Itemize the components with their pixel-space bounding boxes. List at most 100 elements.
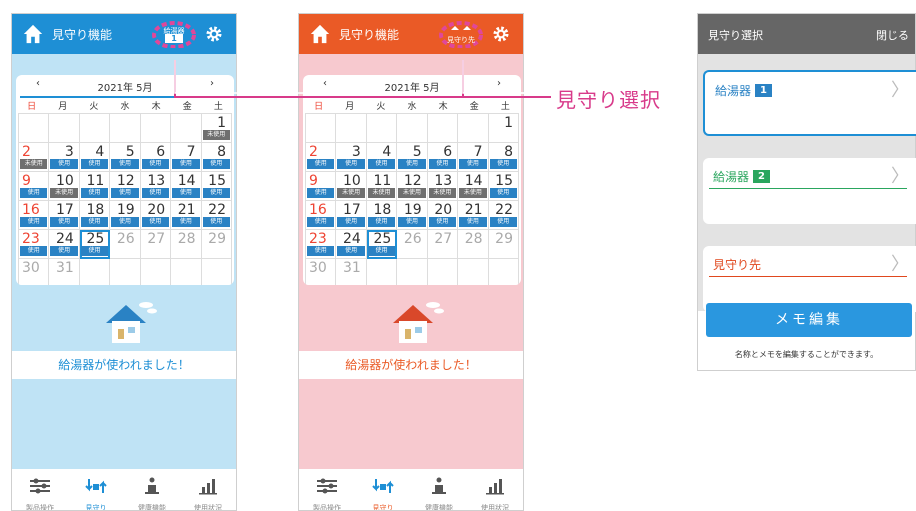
calendar-day-cell[interactable]: 1 bbox=[488, 114, 519, 143]
calendar-day-cell[interactable]: 12 使用 bbox=[110, 172, 141, 201]
calendar-day-cell[interactable]: 5 使用 bbox=[397, 143, 428, 172]
calendar-day-cell[interactable]: 2 使用 bbox=[306, 143, 337, 172]
monitor-select-button[interactable]: 給湯器 1 bbox=[152, 20, 196, 48]
calendar-day-cell[interactable]: 26 bbox=[110, 230, 141, 259]
calendar-day-cell[interactable]: 18 使用 bbox=[79, 201, 111, 230]
calendar-day-cell[interactable]: 29 bbox=[488, 230, 519, 259]
calendar-day-cell[interactable]: 11 未使用 bbox=[366, 172, 398, 201]
day-number: 10 bbox=[56, 173, 74, 189]
calendar-day-cell[interactable]: 11 使用 bbox=[79, 172, 111, 201]
calendar-day-cell[interactable]: 24 使用 bbox=[336, 230, 367, 259]
calendar-day-cell[interactable]: 16 使用 bbox=[19, 201, 50, 230]
usage-badge: 使用 bbox=[80, 246, 109, 256]
calendar-day-cell[interactable]: 21 使用 bbox=[458, 201, 489, 230]
calendar-day-cell[interactable]: 27 bbox=[427, 230, 459, 259]
calendar-day-cell[interactable]: 9 使用 bbox=[19, 172, 50, 201]
home-icon[interactable] bbox=[22, 23, 44, 45]
calendar-day-cell[interactable]: 23 使用 bbox=[306, 230, 337, 259]
nav-item-usage[interactable]: 使用状況 bbox=[180, 469, 236, 510]
calendar-day-cell[interactable]: 26 bbox=[397, 230, 428, 259]
day-number: 21 bbox=[464, 202, 483, 218]
calendar-day-cell[interactable]: 22 使用 bbox=[488, 201, 519, 230]
nav-item-health[interactable]: 健康機能 bbox=[124, 469, 180, 510]
calendar-day-cell[interactable]: 30 bbox=[19, 259, 50, 285]
option-water-heater-2[interactable]: 給湯器 2 〉 bbox=[703, 158, 916, 224]
calendar-day-cell[interactable]: 25 使用 bbox=[79, 230, 111, 259]
status-message: 給湯器が使われました！ bbox=[299, 351, 523, 379]
calendar-day-cell[interactable]: 31 bbox=[336, 259, 367, 285]
calendar-day-cell bbox=[110, 114, 141, 143]
calendar-day-cell[interactable]: 22 使用 bbox=[201, 201, 232, 230]
calendar-day-cell[interactable]: 1 未使用 bbox=[201, 114, 232, 143]
calendar-day-cell[interactable]: 8 使用 bbox=[488, 143, 519, 172]
day-number: 30 bbox=[309, 260, 327, 276]
nav-item-health[interactable]: 健康機能 bbox=[411, 469, 467, 510]
calendar-day-cell[interactable]: 15 使用 bbox=[488, 172, 519, 201]
calendar-day-cell[interactable]: 14 使用 bbox=[171, 172, 202, 201]
calendar-day-cell[interactable]: 3 使用 bbox=[336, 143, 367, 172]
nav-item-watch[interactable]: 見守り bbox=[355, 469, 411, 510]
gear-icon[interactable] bbox=[491, 24, 511, 44]
next-month-button[interactable]: › bbox=[210, 78, 214, 89]
day-number: 28 bbox=[177, 231, 196, 247]
calendar-day-cell[interactable]: 25 使用 bbox=[366, 230, 398, 259]
calendar-day-cell[interactable]: 17 使用 bbox=[49, 201, 80, 230]
usage-badge: 使用 bbox=[141, 188, 170, 198]
nav-item-product-control[interactable]: 製品操作 bbox=[12, 469, 68, 510]
calendar-day-cell[interactable]: 23 使用 bbox=[19, 230, 50, 259]
calendar-day-cell[interactable]: 13 未使用 bbox=[427, 172, 459, 201]
calendar-day-cell[interactable]: 12 未使用 bbox=[397, 172, 428, 201]
day-number: 26 bbox=[403, 231, 422, 247]
close-button[interactable]: 閉じる bbox=[876, 27, 909, 43]
calendar-day-cell[interactable]: 19 使用 bbox=[397, 201, 428, 230]
calendar-nav: ‹ 2021年 5月 › bbox=[303, 75, 521, 95]
nav-label: 見守り bbox=[85, 504, 107, 511]
calendar-day-cell[interactable]: 6 使用 bbox=[140, 143, 172, 172]
calendar-day-cell[interactable]: 3 使用 bbox=[49, 143, 80, 172]
calendar-day-cell[interactable]: 4 使用 bbox=[366, 143, 398, 172]
calendar-day-cell[interactable]: 29 bbox=[201, 230, 232, 259]
option-water-heater-1[interactable]: 給湯器 1 〉 bbox=[703, 70, 916, 136]
next-month-button[interactable]: › bbox=[497, 78, 501, 89]
calendar-day-cell[interactable]: 15 使用 bbox=[201, 172, 232, 201]
calendar-day-cell[interactable]: 6 使用 bbox=[427, 143, 459, 172]
calendar-day-cell[interactable]: 27 bbox=[140, 230, 172, 259]
monitor-select-button[interactable]: 見守り先 bbox=[439, 20, 483, 48]
calendar-day-cell[interactable]: 18 使用 bbox=[366, 201, 398, 230]
calendar-day-cell[interactable]: 13 使用 bbox=[140, 172, 172, 201]
gear-icon[interactable] bbox=[204, 24, 224, 44]
calendar-day-cell[interactable]: 14 未使用 bbox=[458, 172, 489, 201]
home-icon[interactable] bbox=[309, 23, 331, 45]
calendar-day-cell[interactable]: 4 使用 bbox=[79, 143, 111, 172]
calendar-day-cell[interactable]: 20 使用 bbox=[140, 201, 172, 230]
calendar-day-cell[interactable]: 24 使用 bbox=[49, 230, 80, 259]
calendar-day-cell[interactable]: 8 使用 bbox=[201, 143, 232, 172]
calendar-day-cell[interactable]: 10 未使用 bbox=[336, 172, 367, 201]
calendar-day-cell[interactable]: 2 未使用 bbox=[19, 143, 50, 172]
calendar-day-cell[interactable]: 7 使用 bbox=[458, 143, 489, 172]
memo-edit-button[interactable]: メモ編集 bbox=[706, 303, 912, 337]
calendar-day-cell[interactable]: 7 使用 bbox=[171, 143, 202, 172]
calendar-day-cell[interactable]: 16 使用 bbox=[306, 201, 337, 230]
usage-badge: 使用 bbox=[398, 217, 426, 227]
nav-item-watch[interactable]: 見守り bbox=[68, 469, 124, 511]
nav-item-usage[interactable]: 使用状況 bbox=[467, 469, 523, 510]
calendar-day-cell[interactable]: 30 bbox=[306, 259, 337, 285]
calendar-day-cell[interactable]: 10 未使用 bbox=[49, 172, 80, 201]
calendar-day-cell[interactable]: 17 使用 bbox=[336, 201, 367, 230]
calendar-day-cell[interactable]: 21 使用 bbox=[171, 201, 202, 230]
nav-item-product-control[interactable]: 製品操作 bbox=[299, 469, 355, 510]
calendar-day-cell[interactable]: 9 使用 bbox=[306, 172, 337, 201]
usage-badge: 使用 bbox=[459, 159, 487, 169]
usage-badge: 使用 bbox=[489, 188, 517, 198]
selector-number: 1 bbox=[165, 34, 183, 43]
calendar-day-cell[interactable]: 5 使用 bbox=[110, 143, 141, 172]
calendar-day-cell[interactable]: 31 bbox=[49, 259, 80, 285]
calendar-day-cell[interactable]: 28 bbox=[171, 230, 202, 259]
calendar-day-cell[interactable]: 19 使用 bbox=[110, 201, 141, 230]
calendar-day-cell[interactable]: 28 bbox=[458, 230, 489, 259]
calendar-day-cell bbox=[140, 114, 172, 143]
option-number-badge: 1 bbox=[755, 84, 773, 97]
day-number: 4 bbox=[382, 144, 392, 160]
calendar-day-cell[interactable]: 20 使用 bbox=[427, 201, 459, 230]
